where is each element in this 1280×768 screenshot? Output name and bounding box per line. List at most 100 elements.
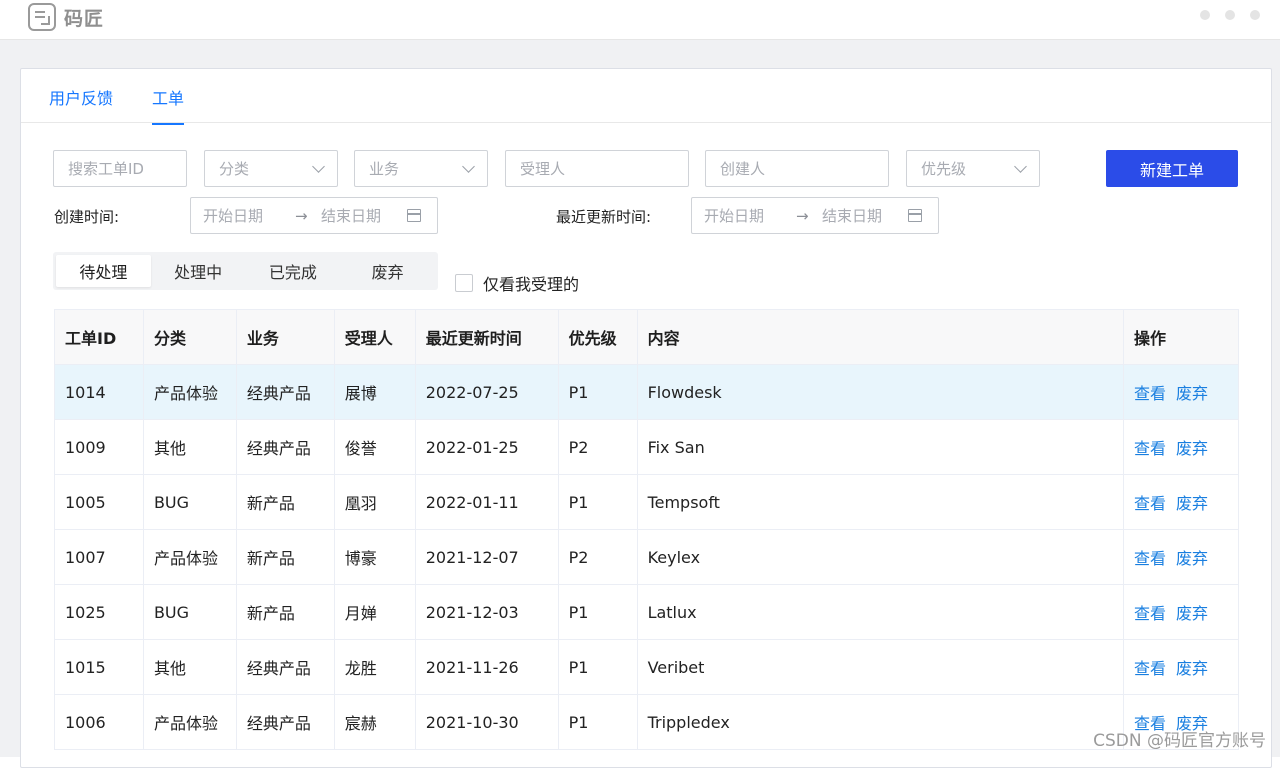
column-header-priority: 优先级 xyxy=(558,310,637,365)
view-link[interactable]: 查看 xyxy=(1134,494,1166,513)
discard-link[interactable]: 废弃 xyxy=(1176,549,1208,568)
discard-link[interactable]: 废弃 xyxy=(1176,494,1208,513)
start-date-placeholder: 开始日期 xyxy=(704,205,796,226)
logo-icon xyxy=(28,3,56,31)
column-header-assignee: 受理人 xyxy=(334,310,415,365)
updated-time-label: 最近更新时间: xyxy=(556,206,651,227)
search-field[interactable] xyxy=(53,150,187,187)
end-date-placeholder: 结束日期 xyxy=(321,205,407,226)
discard-link[interactable]: 废弃 xyxy=(1176,659,1208,678)
table-row[interactable]: 1007 产品体验 新产品 博豪 2021-12-07 P2 Keylex 查看… xyxy=(55,530,1239,585)
creator-input[interactable] xyxy=(720,160,874,178)
cell-priority: P1 xyxy=(558,640,637,695)
cell-assignee: 展博 xyxy=(334,365,415,420)
priority-placeholder: 优先级 xyxy=(921,158,966,179)
cell-assignee: 宸赫 xyxy=(334,695,415,750)
view-link[interactable]: 查看 xyxy=(1134,604,1166,623)
cell-priority: P1 xyxy=(558,475,637,530)
table-row[interactable]: 1025 BUG 新产品 月婵 2021-12-03 P1 Latlux 查看废… xyxy=(55,585,1239,640)
checkbox-box[interactable] xyxy=(455,274,473,292)
only-mine-checkbox[interactable]: 仅看我受理的 xyxy=(455,271,579,295)
table-row[interactable]: 1015 其他 经典产品 龙胜 2021-11-26 P1 Veribet 查看… xyxy=(55,640,1239,695)
status-tab-pending[interactable]: 待处理 xyxy=(56,255,151,287)
category-select[interactable]: 分类 xyxy=(204,150,338,187)
window-dot-icon[interactable] xyxy=(1225,10,1235,20)
cell-id: 1014 xyxy=(55,365,144,420)
updated-date-range[interactable]: 开始日期 → 结束日期 xyxy=(691,197,939,234)
column-header-business: 业务 xyxy=(236,310,334,365)
title-bar: 码匠 xyxy=(0,0,1280,40)
cell-assignee: 凰羽 xyxy=(334,475,415,530)
view-link[interactable]: 查看 xyxy=(1134,384,1166,403)
cell-category: BUG xyxy=(143,475,236,530)
cell-updated: 2021-10-30 xyxy=(415,695,558,750)
window-dot-icon[interactable] xyxy=(1250,10,1260,20)
window-dot-icon[interactable] xyxy=(1200,10,1210,20)
cell-updated: 2022-01-11 xyxy=(415,475,558,530)
cell-content: Fix San xyxy=(637,420,1123,475)
status-tab-completed[interactable]: 已完成 xyxy=(246,255,341,287)
business-select[interactable]: 业务 xyxy=(354,150,488,187)
discard-link[interactable]: 废弃 xyxy=(1176,604,1208,623)
cell-id: 1005 xyxy=(55,475,144,530)
arrow-right-icon: → xyxy=(796,207,822,225)
column-header-updated: 最近更新时间 xyxy=(415,310,558,365)
priority-select[interactable]: 优先级 xyxy=(906,150,1040,187)
cell-actions: 查看废弃 xyxy=(1124,585,1239,640)
chevron-down-icon xyxy=(312,160,325,173)
cell-business: 新产品 xyxy=(236,530,334,585)
assignee-field[interactable] xyxy=(505,150,689,187)
cell-content: Veribet xyxy=(637,640,1123,695)
watermark: CSDN @码匠官方账号 xyxy=(1093,726,1266,751)
cell-category: BUG xyxy=(143,585,236,640)
discard-link[interactable]: 废弃 xyxy=(1176,439,1208,458)
arrow-right-icon: → xyxy=(295,207,321,225)
cell-updated: 2021-11-26 xyxy=(415,640,558,695)
calendar-icon xyxy=(407,209,421,222)
work-order-table: 工单ID 分类 业务 受理人 最近更新时间 优先级 内容 操作 1014 产品体… xyxy=(54,309,1239,750)
created-date-range[interactable]: 开始日期 → 结束日期 xyxy=(190,197,438,234)
cell-business: 经典产品 xyxy=(236,420,334,475)
window-controls xyxy=(1200,10,1260,20)
cell-category: 其他 xyxy=(143,640,236,695)
status-tab-processing[interactable]: 处理中 xyxy=(151,255,246,287)
table-row[interactable]: 1005 BUG 新产品 凰羽 2022-01-11 P1 Tempsoft 查… xyxy=(55,475,1239,530)
cell-business: 经典产品 xyxy=(236,695,334,750)
only-mine-label: 仅看我受理的 xyxy=(483,271,579,295)
assignee-input[interactable] xyxy=(520,160,674,178)
creator-field[interactable] xyxy=(705,150,889,187)
cell-updated: 2021-12-03 xyxy=(415,585,558,640)
cell-assignee: 俊誉 xyxy=(334,420,415,475)
table-row[interactable]: 1014 产品体验 经典产品 展博 2022-07-25 P1 Flowdesk… xyxy=(55,365,1239,420)
cell-category: 其他 xyxy=(143,420,236,475)
cell-category: 产品体验 xyxy=(143,695,236,750)
cell-category: 产品体验 xyxy=(143,365,236,420)
cell-content: Latlux xyxy=(637,585,1123,640)
discard-link[interactable]: 废弃 xyxy=(1176,384,1208,403)
table-row[interactable]: 1006 产品体验 经典产品 宸赫 2021-10-30 P1 Trippled… xyxy=(55,695,1239,750)
view-link[interactable]: 查看 xyxy=(1134,549,1166,568)
cell-updated: 2021-12-07 xyxy=(415,530,558,585)
status-segmented-control: 待处理 处理中 已完成 废弃 xyxy=(53,252,438,290)
start-date-placeholder: 开始日期 xyxy=(203,205,295,226)
view-link[interactable]: 查看 xyxy=(1134,439,1166,458)
cell-id: 1009 xyxy=(55,420,144,475)
chevron-down-icon xyxy=(1014,160,1027,173)
cell-updated: 2022-01-25 xyxy=(415,420,558,475)
column-header-content: 内容 xyxy=(637,310,1123,365)
tab-user-feedback[interactable]: 用户反馈 xyxy=(49,85,113,123)
view-link[interactable]: 查看 xyxy=(1134,659,1166,678)
table-row[interactable]: 1009 其他 经典产品 俊誉 2022-01-25 P2 Fix San 查看… xyxy=(55,420,1239,475)
cell-priority: P1 xyxy=(558,695,637,750)
status-tab-discarded[interactable]: 废弃 xyxy=(340,255,435,287)
cell-actions: 查看废弃 xyxy=(1124,640,1239,695)
search-input[interactable] xyxy=(68,160,172,178)
end-date-placeholder: 结束日期 xyxy=(822,205,908,226)
cell-id: 1007 xyxy=(55,530,144,585)
column-header-category: 分类 xyxy=(143,310,236,365)
tab-work-order[interactable]: 工单 xyxy=(152,85,184,125)
new-work-order-button[interactable]: 新建工单 xyxy=(1106,150,1238,187)
cell-assignee: 月婵 xyxy=(334,585,415,640)
cell-priority: P2 xyxy=(558,530,637,585)
cell-business: 经典产品 xyxy=(236,365,334,420)
